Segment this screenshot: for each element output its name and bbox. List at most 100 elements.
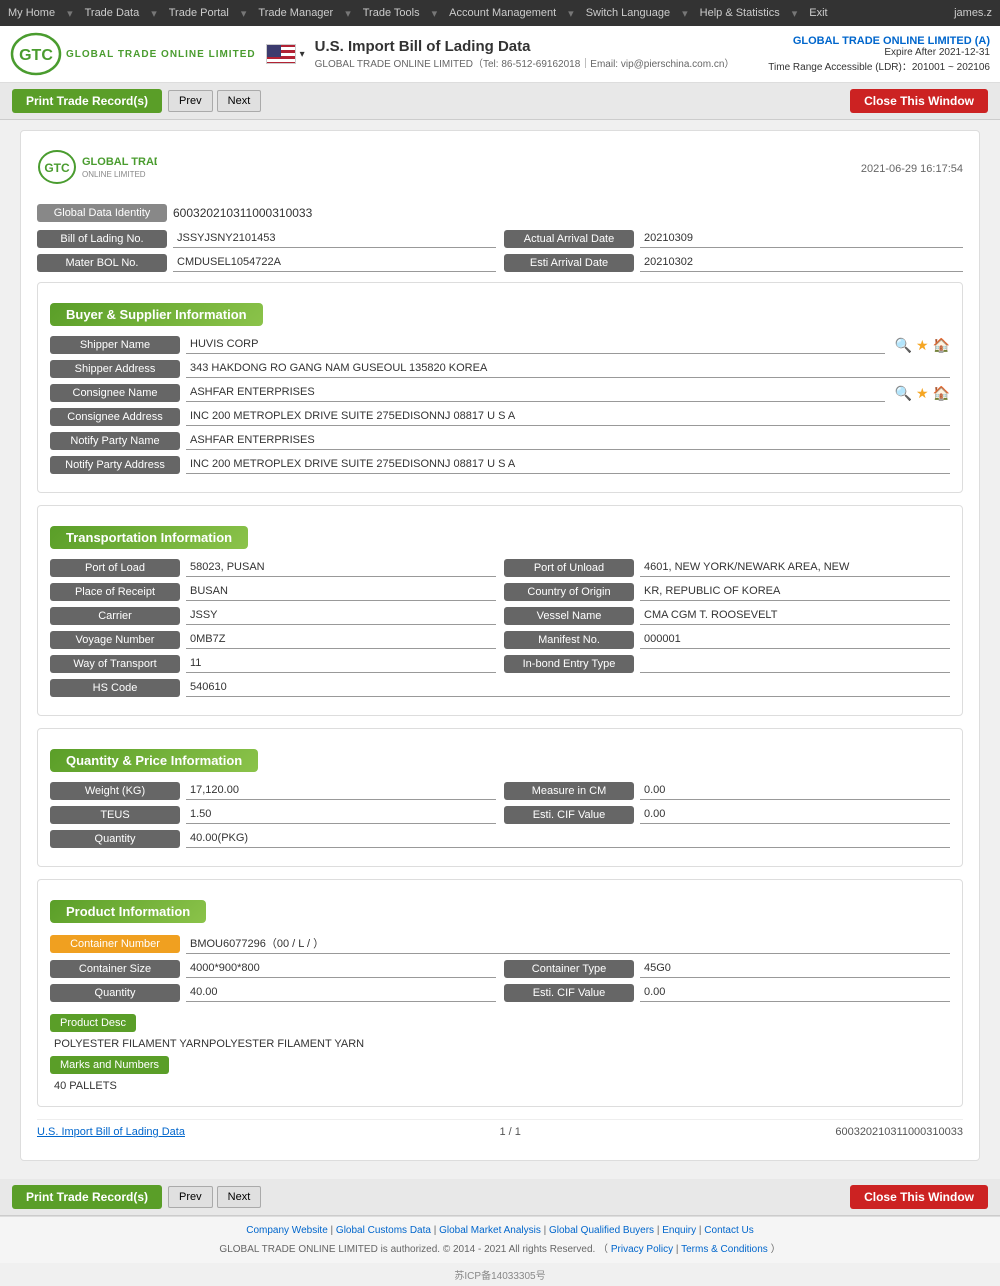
quantity-label: Quantity <box>50 830 180 848</box>
nav-trade-manager[interactable]: Trade Manager <box>258 7 333 20</box>
nav-my-home[interactable]: My Home <box>8 7 55 20</box>
header-subtitle: GLOBAL TRADE ONLINE LIMITED（Tel: 86-512-… <box>315 55 735 70</box>
product-section: Product Information Container Number BMO… <box>37 879 963 1107</box>
record-footer-link[interactable]: U.S. Import Bill of Lading Data <box>37 1126 185 1138</box>
bottom-close-button[interactable]: Close This Window <box>850 1185 988 1209</box>
port-of-unload-label: Port of Unload <box>504 559 634 577</box>
bottom-next-button[interactable]: Next <box>217 1186 262 1208</box>
consignee-address-value: INC 200 METROPLEX DRIVE SUITE 275EDISONN… <box>186 408 950 426</box>
notify-party-address-label: Notify Party Address <box>50 456 180 474</box>
manifest-no-group: Manifest No. 000001 <box>504 631 950 649</box>
notify-party-name-value: ASHFAR ENTERPRISES <box>186 432 950 450</box>
vessel-name-group: Vessel Name CMA CGM T. ROOSEVELT <box>504 607 950 625</box>
port-row: Port of Load 58023, PUSAN Port of Unload… <box>50 559 950 577</box>
print-record-button[interactable]: Print Trade Record(s) <box>12 89 162 113</box>
transportation-section: Transportation Information Port of Load … <box>37 505 963 716</box>
in-bond-entry-value <box>640 655 950 673</box>
consignee-address-row: Consignee Address INC 200 METROPLEX DRIV… <box>50 408 950 426</box>
nav-account-management[interactable]: Account Management <box>449 7 556 20</box>
footer-link-enquiry[interactable]: Enquiry <box>662 1225 696 1236</box>
icp-info: 苏ICP备14033305号 <box>0 1263 1000 1286</box>
flag-selector[interactable]: ▾ <box>266 44 305 64</box>
way-of-transport-label: Way of Transport <box>50 655 180 673</box>
carrier-group: Carrier JSSY <box>50 607 496 625</box>
prev-button[interactable]: Prev <box>168 90 213 112</box>
quantity-row: Quantity 40.00(PKG) <box>50 830 950 848</box>
measure-cm-label: Measure in CM <box>504 782 634 800</box>
company-logo: GTC GLOBAL TRADE ONLINE LIMITED <box>10 32 256 76</box>
toolbar-left: Print Trade Record(s) Prev Next <box>12 89 261 113</box>
in-bond-entry-group: In-bond Entry Type <box>504 655 950 673</box>
logo-text-block: GLOBAL TRADE ONLINE LIMITED <box>66 49 256 60</box>
marks-numbers-label: Marks and Numbers <box>50 1056 169 1074</box>
bol-no-label: Bill of Lading No. <box>37 230 167 248</box>
footer-link-customs-data[interactable]: Global Customs Data <box>336 1225 431 1236</box>
measure-cm-value: 0.00 <box>640 782 950 800</box>
bol-arrival-row: Bill of Lading No. JSSYJSNY2101453 Actua… <box>37 230 963 248</box>
record-id-footer: 600320210311000310033 <box>835 1126 963 1138</box>
product-cif-label: Esti. CIF Value <box>504 984 634 1002</box>
notify-party-name-row: Notify Party Name ASHFAR ENTERPRISES <box>50 432 950 450</box>
country-of-origin-group: Country of Origin KR, REPUBLIC OF KOREA <box>504 583 950 601</box>
global-data-identity-row: Global Data Identity 6003202103110003100… <box>37 204 963 222</box>
measure-cm-group: Measure in CM 0.00 <box>504 782 950 800</box>
quantity-price-section: Quantity & Price Information Weight (KG)… <box>37 728 963 867</box>
teus-cif-row: TEUS 1.50 Esti. CIF Value 0.00 <box>50 806 950 824</box>
footer-privacy-link[interactable]: Privacy Policy <box>611 1244 673 1255</box>
container-number-value: BMOU6077296（00 / L / ） <box>186 933 950 954</box>
esti-cif-value: 0.00 <box>640 806 950 824</box>
nav-switch-language[interactable]: Switch Language <box>586 7 670 20</box>
footer-link-company-website[interactable]: Company Website <box>246 1225 328 1236</box>
notify-party-name-label: Notify Party Name <box>50 432 180 450</box>
footer-link-contact[interactable]: Contact Us <box>704 1225 753 1236</box>
voyage-number-value: 0MB7Z <box>186 631 496 649</box>
port-of-unload-group: Port of Unload 4601, NEW YORK/NEWARK ARE… <box>504 559 950 577</box>
shipper-name-value: HUVIS CORP <box>186 336 885 354</box>
product-qty-cif-row: Quantity 40.00 Esti. CIF Value 0.00 <box>50 984 950 1002</box>
footer-terms-link[interactable]: Terms & Conditions <box>681 1244 768 1255</box>
voyage-number-group: Voyage Number 0MB7Z <box>50 631 496 649</box>
product-desc-label: Product Desc <box>50 1014 136 1032</box>
product-quantity-value: 40.00 <box>186 984 496 1002</box>
footer-link-qualified-buyers[interactable]: Global Qualified Buyers <box>549 1225 654 1236</box>
way-of-transport-value: 11 <box>186 655 496 673</box>
star-icon[interactable]: ★ <box>916 337 929 354</box>
consignee-search-icon[interactable]: 🔍 <box>895 385 912 402</box>
container-type-value: 45G0 <box>640 960 950 978</box>
teus-value: 1.50 <box>186 806 496 824</box>
consignee-icons: 🔍 ★ 🏠 <box>895 385 950 402</box>
esti-cif-label: Esti. CIF Value <box>504 806 634 824</box>
weight-measure-row: Weight (KG) 17,120.00 Measure in CM 0.00 <box>50 782 950 800</box>
company-name-link[interactable]: GLOBAL TRADE ONLINE LIMITED (A) <box>768 35 990 47</box>
bottom-print-button[interactable]: Print Trade Record(s) <box>12 1185 162 1209</box>
manifest-no-value: 000001 <box>640 631 950 649</box>
carrier-vessel-row: Carrier JSSY Vessel Name CMA CGM T. ROOS… <box>50 607 950 625</box>
logo-subtitle: GLOBAL TRADE ONLINE LIMITED <box>66 49 256 60</box>
voyage-manifest-row: Voyage Number 0MB7Z Manifest No. 000001 <box>50 631 950 649</box>
flag-dropdown-arrow: ▾ <box>300 49 305 60</box>
quantity-price-header: Quantity & Price Information <box>50 749 258 772</box>
footer-link-market-analysis[interactable]: Global Market Analysis <box>439 1225 541 1236</box>
home-icon[interactable]: 🏠 <box>933 337 950 354</box>
footer-links: Company Website | Global Customs Data | … <box>20 1225 980 1236</box>
nav-trade-portal[interactable]: Trade Portal <box>169 7 229 20</box>
nav-help-statistics[interactable]: Help & Statistics <box>700 7 780 20</box>
close-window-button[interactable]: Close This Window <box>850 89 988 113</box>
in-bond-entry-label: In-bond Entry Type <box>504 655 634 673</box>
actual-arrival-label: Actual Arrival Date <box>504 230 634 248</box>
search-icon[interactable]: 🔍 <box>895 337 912 354</box>
nav-trade-tools[interactable]: Trade Tools <box>363 7 420 20</box>
consignee-name-value: ASHFAR ENTERPRISES <box>186 384 885 402</box>
bottom-prev-button[interactable]: Prev <box>168 1186 213 1208</box>
esti-arrival-group: Esti Arrival Date 20210302 <box>504 254 963 272</box>
nav-exit[interactable]: Exit <box>809 7 827 20</box>
marks-numbers-block: Marks and Numbers 40 PALLETS <box>50 1052 950 1094</box>
bottom-toolbar-left: Print Trade Record(s) Prev Next <box>12 1185 261 1209</box>
consignee-home-icon[interactable]: 🏠 <box>933 385 950 402</box>
weight-label: Weight (KG) <box>50 782 180 800</box>
next-button[interactable]: Next <box>217 90 262 112</box>
way-of-transport-group: Way of Transport 11 <box>50 655 496 673</box>
global-data-identity-value: 600320210311000310033 <box>173 206 312 220</box>
nav-trade-data[interactable]: Trade Data <box>85 7 140 20</box>
consignee-star-icon[interactable]: ★ <box>916 385 929 402</box>
